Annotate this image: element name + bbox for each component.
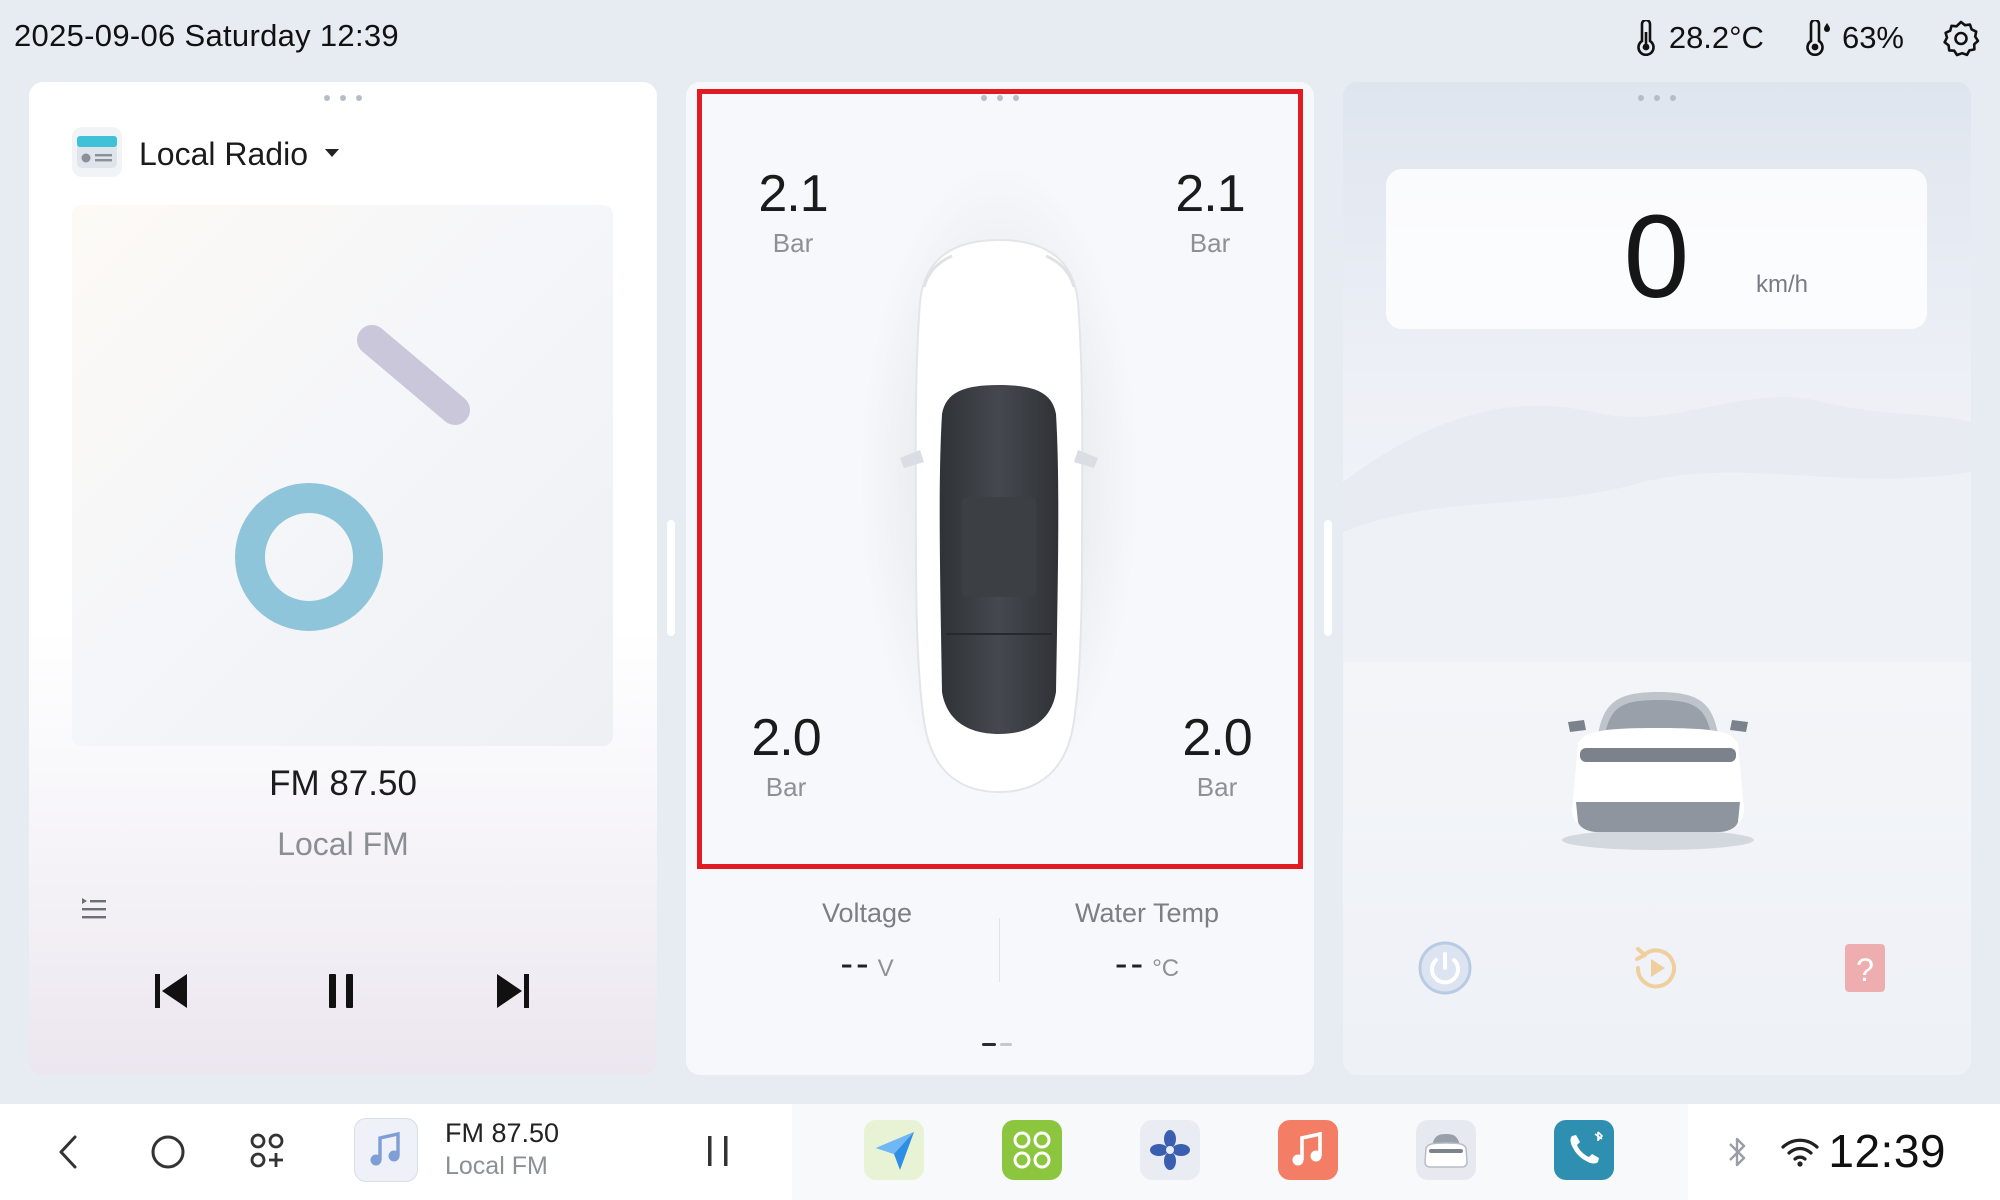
page-indicator[interactable]: [982, 1043, 1012, 1046]
card-resize-handle-left[interactable]: [667, 520, 675, 636]
vehicle-metrics: Voltage -- V Water Temp -- °C: [686, 898, 1314, 1008]
nav-app-dock: [792, 1104, 1688, 1200]
tire-rear-left: 2.0 Bar: [731, 708, 841, 803]
pause-icon[interactable]: [327, 972, 355, 1015]
tire-front-left-unit: Bar: [772, 228, 814, 258]
car-rear-view-icon: [1562, 692, 1754, 850]
app-drawer-icon[interactable]: [250, 1132, 286, 1175]
station-frequency: FM 87.50: [269, 764, 417, 803]
tire-pressure-card[interactable]: 2.1 Bar 2.1 Bar 2.0 Bar 2.0 Bar Voltage …: [686, 82, 1314, 1075]
tire-rear-right-pressure: 2.0: [1182, 709, 1252, 767]
humidity-value: 63%: [1841, 20, 1904, 55]
status-datetime: 2025-09-06 Saturday 12:39: [14, 18, 399, 53]
tire-front-right: 2.1 Bar: [1155, 164, 1265, 259]
wifi-icon[interactable]: [1780, 1136, 1820, 1173]
tire-rear-right-unit: Bar: [1196, 772, 1238, 802]
status-indicators: 28.2°C 63%: [1633, 14, 1980, 62]
tire-rear-left-pressure: 2.0: [751, 709, 821, 767]
bottom-nav-bar: FM 87.50 Local FM 12:39: [0, 1104, 2000, 1200]
thermometer-icon: [1633, 20, 1659, 56]
tire-front-left: 2.1 Bar: [738, 164, 848, 259]
music-note-icon: [235, 325, 470, 631]
navigation-app-icon[interactable]: [864, 1120, 924, 1180]
previous-icon[interactable]: [153, 972, 189, 1015]
apps-launcher-icon[interactable]: [1002, 1120, 1062, 1180]
speed-value: 0: [1623, 191, 1690, 323]
speed-card[interactable]: 0 km/h ?: [1343, 82, 1971, 1075]
car-top-view-icon: [859, 162, 1139, 802]
humidity-icon: [1802, 20, 1832, 56]
radio-icon: [71, 126, 123, 183]
power-icon[interactable]: [1417, 940, 1473, 1001]
svg-text:?: ?: [1856, 952, 1874, 988]
back-icon[interactable]: [56, 1134, 80, 1175]
water-temp-label: Water Temp: [1074, 898, 1220, 928]
next-icon[interactable]: [495, 972, 531, 1015]
climate-fan-app-icon[interactable]: [1140, 1120, 1200, 1180]
tire-rear-left-unit: Bar: [765, 772, 807, 802]
voltage-metric: Voltage -- V: [742, 898, 992, 986]
tire-front-left-pressure: 2.1: [758, 165, 828, 223]
drag-handle-dots[interactable]: [324, 95, 362, 101]
metrics-divider: [999, 918, 1000, 982]
replay-icon[interactable]: [1628, 940, 1684, 1001]
now-playing-thumbnail[interactable]: [354, 1118, 418, 1182]
music-app-icon[interactable]: [1278, 1120, 1338, 1180]
tire-front-right-unit: Bar: [1189, 228, 1231, 258]
station-name: Local FM: [277, 826, 409, 862]
speedometer-box: 0 km/h: [1386, 169, 1927, 329]
voltage-unit: V: [877, 955, 894, 982]
media-card[interactable]: Local Radio FM 87.50 Local FM: [29, 82, 657, 1075]
bluetooth-phone-app-icon[interactable]: [1554, 1120, 1614, 1180]
tire-rear-right: 2.0 Bar: [1162, 708, 1272, 803]
now-playing-pause-icon[interactable]: [704, 1134, 732, 1173]
nav-system-section: FM 87.50 Local FM: [0, 1104, 792, 1200]
help-icon[interactable]: ?: [1843, 940, 1887, 1001]
music-note-icon: [370, 1131, 400, 1166]
bluetooth-icon[interactable]: [1727, 1134, 1749, 1175]
temperature-value: 28.2°C: [1668, 20, 1764, 55]
now-playing-frequency[interactable]: FM 87.50: [445, 1118, 559, 1149]
drag-handle-dots[interactable]: [1638, 95, 1676, 101]
water-temp-metric: Water Temp -- °C: [1022, 898, 1272, 986]
card-resize-handle-right[interactable]: [1324, 520, 1332, 636]
now-playing-station[interactable]: Local FM: [445, 1152, 548, 1181]
nav-clock: 12:39: [1828, 1125, 1946, 1177]
voltage-label: Voltage: [821, 898, 913, 928]
media-source-selector[interactable]: Local Radio: [71, 126, 340, 182]
speed-unit: km/h: [1756, 271, 1809, 298]
playlist-icon[interactable]: [79, 894, 109, 929]
media-source-label: Local Radio: [139, 135, 308, 172]
water-temp-unit: °C: [1152, 955, 1180, 982]
voltage-value: --: [840, 943, 872, 985]
settings-gear-icon[interactable]: [1942, 19, 1980, 57]
home-icon[interactable]: [150, 1134, 186, 1175]
status-bar: 2025-09-06 Saturday 12:39 28.2°C 63%: [0, 0, 2000, 76]
vehicle-app-icon[interactable]: [1416, 1120, 1476, 1180]
tire-front-right-pressure: 2.1: [1175, 165, 1245, 223]
landscape-background: [1343, 397, 1971, 662]
water-temp-value: --: [1114, 943, 1147, 985]
album-art: [72, 205, 613, 746]
caret-down-icon[interactable]: [324, 145, 340, 163]
